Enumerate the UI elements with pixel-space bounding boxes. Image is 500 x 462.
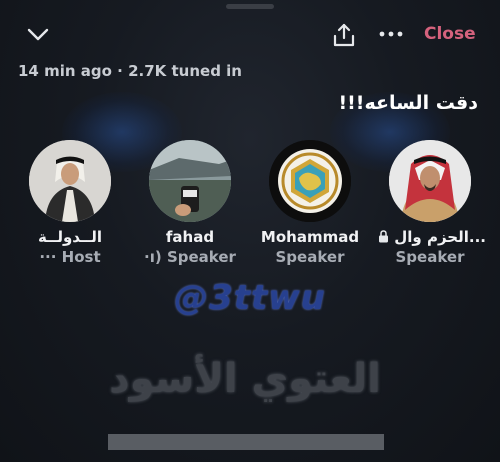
close-button[interactable]: Close	[424, 24, 476, 44]
watermark-arabic: العتوي الأسود	[109, 356, 381, 402]
participant-name: fahad	[165, 228, 215, 246]
more-icon[interactable]	[378, 28, 404, 40]
room-title: دقت الساعه!!!	[338, 92, 478, 114]
participant-role: ·ı) Speaker	[144, 248, 236, 266]
watermark-handle: @3ttwu	[174, 278, 326, 318]
participant-name: الــدولــة	[38, 228, 102, 246]
lock-icon	[379, 230, 389, 243]
space-meta: 14 min ago · 2.7K tuned in	[18, 62, 242, 80]
participant-role: Speaker	[395, 248, 465, 266]
participant-role: ··· Host	[39, 248, 101, 266]
participant-name: Mohammad	[260, 228, 360, 246]
avatar	[269, 140, 351, 222]
participant-role: Speaker	[275, 248, 345, 266]
drag-handle[interactable]	[226, 4, 274, 9]
bottom-bar	[108, 434, 384, 450]
participant-speaker[interactable]: fahad ·ı) Speaker	[130, 140, 250, 266]
participant-speaker[interactable]: الحزم وال... Speaker	[370, 140, 490, 266]
participant-host[interactable]: الــدولــة ··· Host	[10, 140, 130, 266]
chevron-down-icon[interactable]	[26, 26, 50, 42]
share-icon[interactable]	[332, 22, 356, 48]
avatar	[149, 140, 231, 222]
avatar	[29, 140, 111, 222]
participant-speaker[interactable]: Mohammad Speaker	[250, 140, 370, 266]
participant-name-row: الحزم وال...	[370, 228, 490, 246]
avatar	[389, 140, 471, 222]
participant-name: الحزم وال...	[394, 228, 486, 246]
